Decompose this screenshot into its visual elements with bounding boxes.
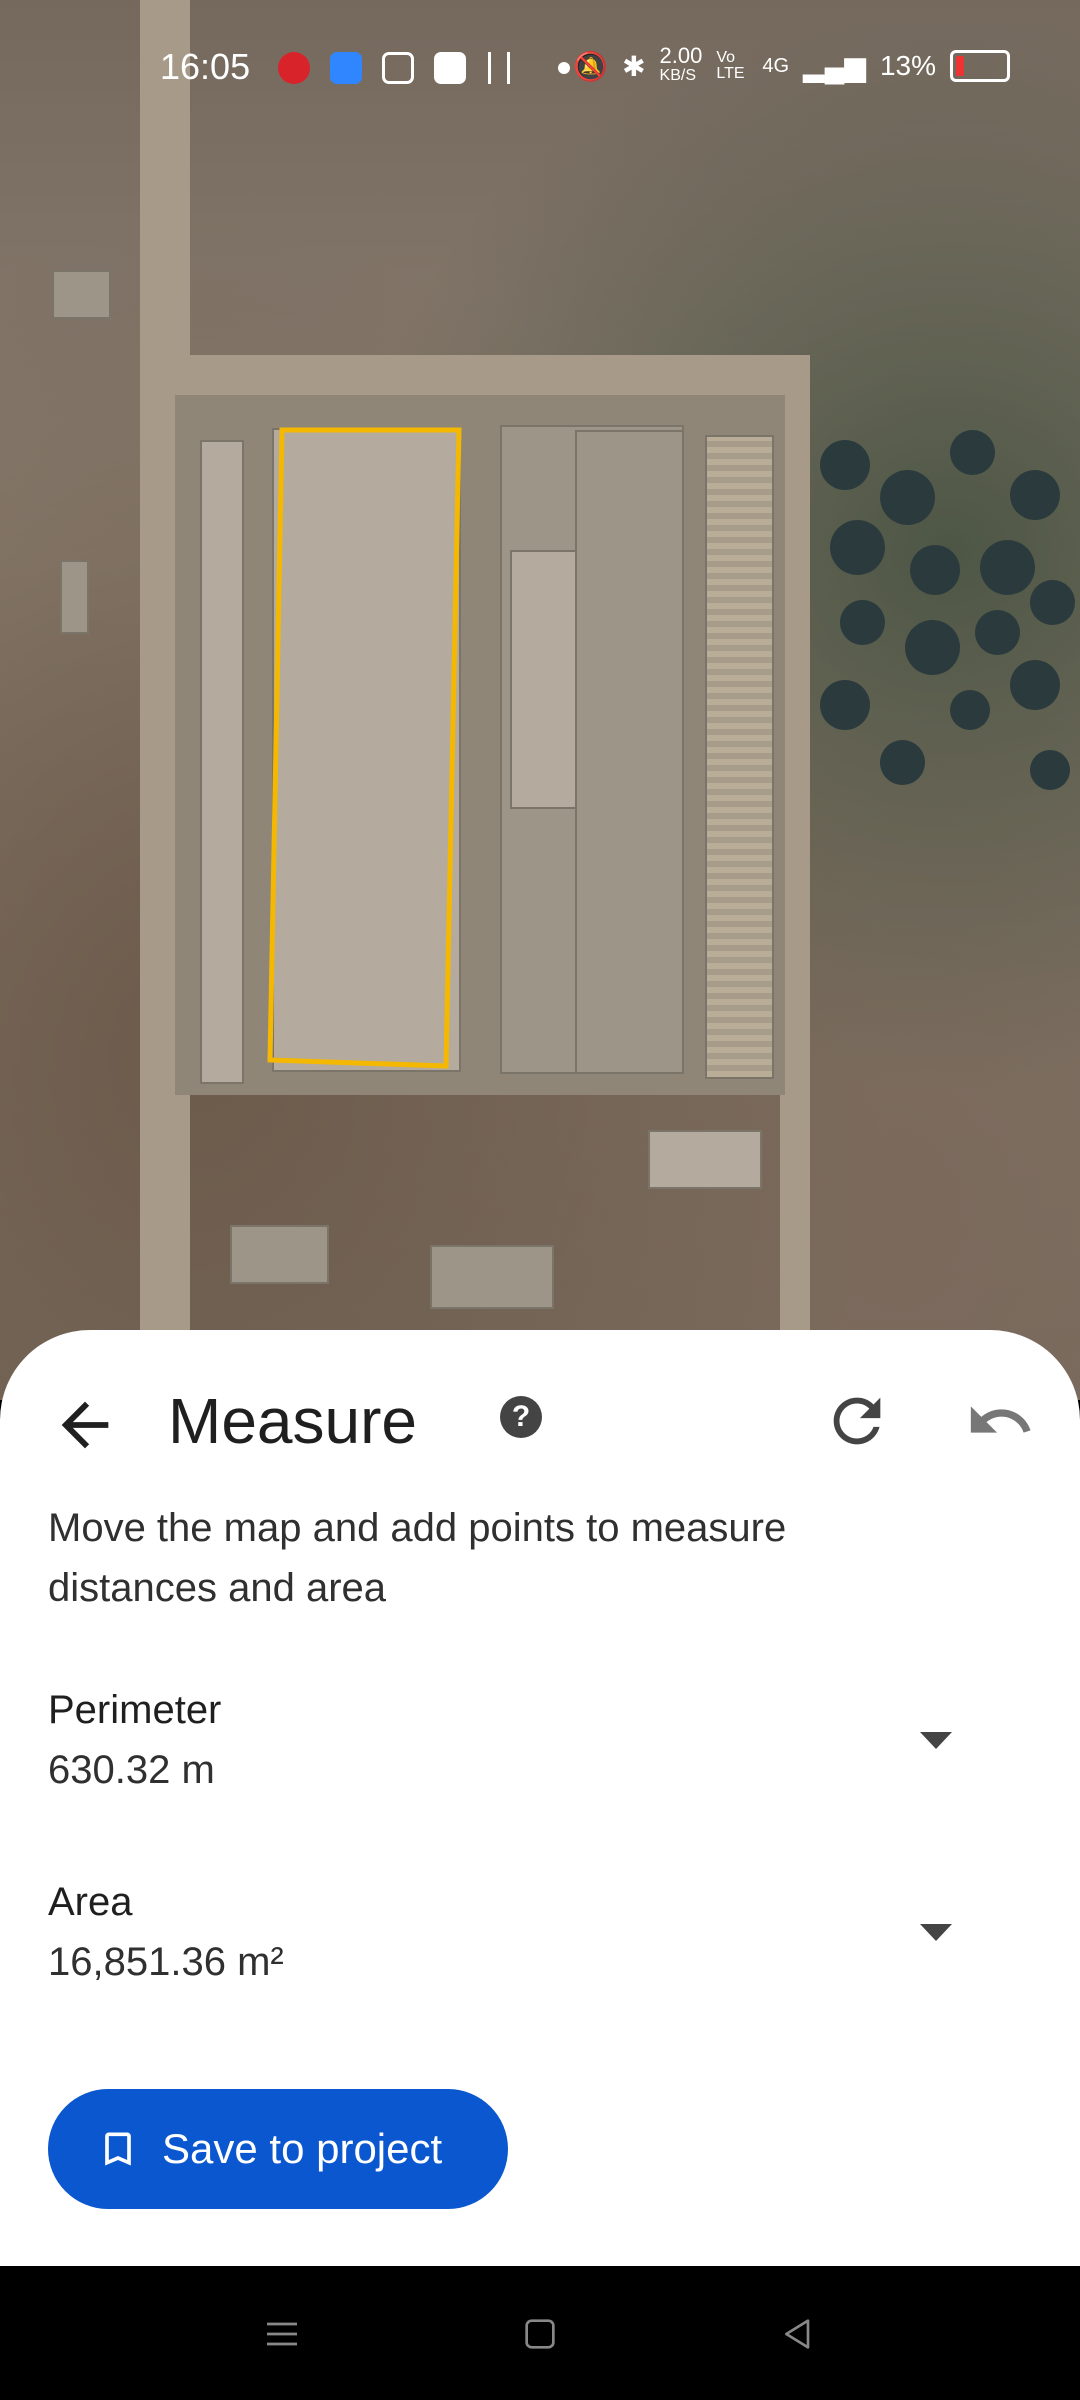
dot-icon bbox=[558, 62, 570, 74]
perimeter-value: 630.32 m bbox=[48, 1748, 215, 1792]
arrow-back-icon[interactable] bbox=[50, 1390, 120, 1460]
home-icon[interactable] bbox=[520, 2314, 560, 2354]
perimeter-label: Perimeter bbox=[48, 1688, 222, 1732]
app-icon bbox=[382, 52, 414, 84]
bookmark-icon bbox=[105, 2132, 131, 2166]
network-unit: KB/S bbox=[659, 67, 696, 84]
page-title: Measure bbox=[168, 1385, 417, 1457]
measure-polygon[interactable] bbox=[0, 0, 1080, 1400]
back-triangle-icon[interactable] bbox=[778, 2314, 818, 2354]
system-nav-bar bbox=[0, 2266, 1080, 2400]
signal-label: 4G bbox=[762, 54, 790, 77]
area-label: Area bbox=[48, 1880, 133, 1924]
bluetooth-icon: ✱ bbox=[622, 50, 646, 82]
satellite-map[interactable] bbox=[0, 0, 1080, 1400]
app-icon bbox=[434, 52, 466, 84]
save-button-label: Save to project bbox=[162, 2125, 443, 2172]
jio-icon bbox=[278, 52, 310, 84]
redo-icon[interactable] bbox=[822, 1386, 892, 1456]
signal-icon: ▂▄▆ bbox=[803, 50, 866, 82]
battery-icon bbox=[950, 50, 1010, 82]
app-icon bbox=[330, 52, 362, 84]
instruction-text: Move the map and add points to measure d… bbox=[48, 1506, 787, 1610]
chevron-down-icon[interactable] bbox=[920, 1924, 952, 1941]
undo-icon[interactable] bbox=[965, 1386, 1035, 1456]
battery-percent: 13% bbox=[879, 50, 936, 81]
measure-sheet: Measure ? Move the map and add points to… bbox=[0, 1330, 1080, 2266]
volte-label: Vo LTE bbox=[716, 49, 745, 82]
network-speed: 2.00 bbox=[659, 43, 703, 68]
mute-icon: 🔕 bbox=[573, 50, 609, 82]
help-icon[interactable]: ? bbox=[500, 1396, 542, 1438]
save-to-project-button[interactable]: Save to project bbox=[48, 2089, 508, 2209]
flashlight-icon bbox=[488, 52, 510, 84]
status-time: 16:05 bbox=[160, 46, 251, 87]
area-value: 16,851.36 m² bbox=[48, 1940, 284, 1984]
chevron-down-icon[interactable] bbox=[920, 1732, 952, 1749]
status-bar: 16:05 🔕 ✱ 2.00 KB/S Vo LTE 4G ▂▄▆ 13% bbox=[0, 0, 1080, 115]
menu-icon[interactable] bbox=[262, 2314, 302, 2354]
